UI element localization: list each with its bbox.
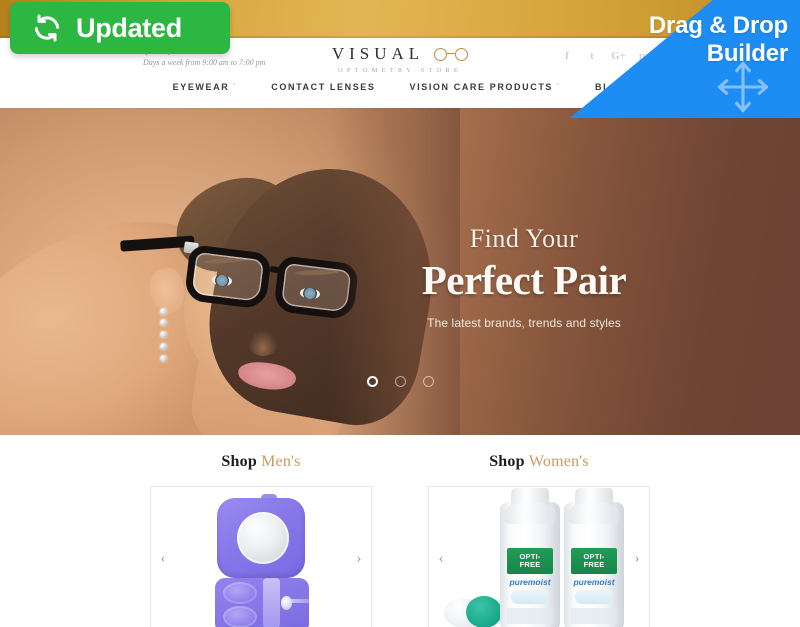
nav-label: CONTACT LENSES: [271, 82, 376, 92]
opti-free-puremoist-solution-product-image: OPTI- FREE puremoist OPTI- FREE puremois…: [444, 488, 634, 627]
next-arrow-icon[interactable]: ›: [351, 551, 367, 566]
category-title-main: Shop: [221, 453, 257, 470]
nav-label: EYEWEAR: [172, 82, 230, 92]
category-title-womens: Shop Women's: [428, 453, 650, 471]
drag-ribbon-line1: Drag & Drop: [648, 12, 788, 39]
bottle-brand-name: puremoist: [509, 577, 551, 587]
category-title-main: Shop: [489, 453, 525, 470]
nav-item-contact-lenses[interactable]: CONTACT LENSES: [271, 82, 375, 92]
hero-title: Perfect Pair: [421, 257, 627, 303]
hero-slider: Find Your Perfect Pair The latest brands…: [0, 108, 800, 435]
carousel-dot-1[interactable]: [366, 376, 378, 387]
chevron-down-icon: ˇ: [233, 83, 238, 91]
category-womens: Shop Women's ‹ OPTI- FREE puremoist OPTI…: [428, 453, 650, 627]
carousel-dot-3[interactable]: [422, 376, 434, 387]
updated-badge-label: Updated: [76, 12, 182, 43]
category-title-accent: Women's: [528, 453, 589, 470]
four-way-arrow-icon: [712, 58, 774, 116]
logo-row: VISUAL: [331, 44, 469, 64]
nav-item-vision-care-products[interactable]: VISION CARE PRODUCTS ˇ: [410, 82, 561, 92]
chevron-down-icon: ˇ: [557, 83, 561, 91]
category-mens: Shop Men's ‹ ›: [150, 453, 372, 627]
nav-item-eyewear[interactable]: EYEWEAR ˇ: [173, 82, 238, 92]
carousel-dot-2[interactable]: [394, 376, 406, 387]
bottle-label-line2: FREE: [519, 560, 541, 569]
eyeglasses-icon: [434, 47, 469, 61]
product-card-womens[interactable]: ‹ OPTI- FREE puremoist OPTI- FREE puremo…: [428, 486, 650, 627]
carousel-dots: [0, 376, 800, 387]
category-columns: Shop Men's ‹ › Shop Women's ‹ OPTI- FREE…: [0, 435, 800, 627]
shop-categories-section: Shop Men's ‹ › Shop Women's ‹ OPTI- FREE…: [0, 435, 800, 627]
refresh-icon: [32, 13, 62, 43]
category-title-accent: Men's: [261, 453, 301, 470]
nav-label: VISION CARE PRODUCTS: [409, 82, 554, 92]
earring-decoration: [160, 308, 167, 366]
product-card-mens[interactable]: ‹ ›: [150, 486, 372, 627]
hero-copy: Find Your Perfect Pair The latest brands…: [394, 224, 654, 330]
contact-lens-case-product-image: [203, 494, 319, 627]
bottle-label-line2: FREE: [583, 560, 605, 569]
prev-arrow-icon[interactable]: ‹: [155, 551, 171, 566]
next-arrow-icon[interactable]: ›: [629, 551, 645, 566]
category-title-mens: Shop Men's: [150, 453, 372, 471]
updated-badge: Updated: [10, 2, 230, 54]
hero-subtitle: The latest brands, trends and styles: [427, 316, 621, 330]
page-root: (123) 456-7890 Days a week from 9:00 am …: [0, 0, 800, 627]
bottle-brand-name: puremoist: [573, 577, 615, 587]
drag-and-drop-ribbon: Drag & Drop Builder: [570, 0, 800, 118]
logo-wordmark: VISUAL: [331, 44, 425, 63]
hero-pretitle: Find Your: [469, 224, 579, 253]
